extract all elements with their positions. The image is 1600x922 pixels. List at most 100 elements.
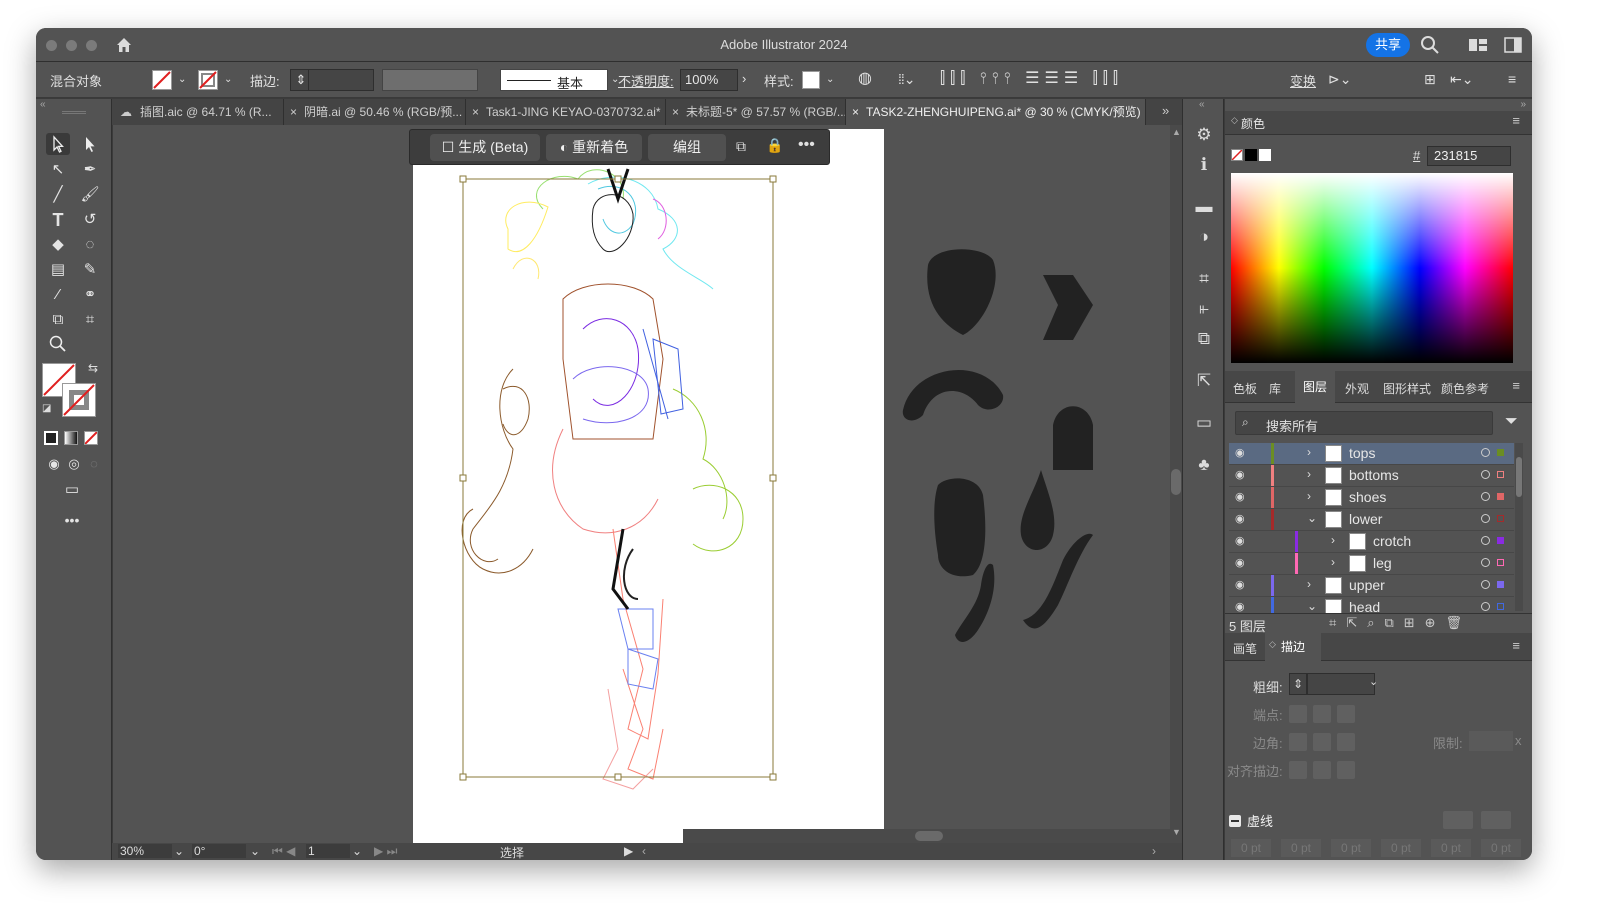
group-selection-tool-icon[interactable]: ↖ [46,159,70,181]
comments-icon[interactable]: ▭ [1192,411,1216,435]
rotation-field[interactable]: 0° [192,844,246,858]
pasteboard-shapes[interactable] [893,235,1123,665]
dash-align-button[interactable] [1481,811,1511,829]
horizontal-scroll-thumb[interactable] [915,831,943,841]
pathfinder-icon[interactable]: ⧉ [1192,327,1216,351]
visibility-eye-icon[interactable]: ◉ [1235,468,1245,481]
transform-panel-icon[interactable]: ⌗ [1192,267,1216,291]
layer-name[interactable]: leg [1373,555,1392,571]
vertical-scroll-thumb[interactable] [1171,469,1181,495]
shape-builder-tool-icon[interactable]: ⧉ [46,309,70,331]
align-outside-button[interactable] [1337,761,1355,779]
dash-gap-value[interactable]: 0 pt [1281,839,1321,857]
layer-row-head[interactable]: ◉ ⌄ head [1229,597,1514,613]
gradient-panel-icon[interactable]: ▬ [1192,195,1216,219]
gradient-tool-icon[interactable]: ▤ [46,259,70,281]
round-cap-button[interactable] [1313,705,1331,723]
layers-footer-actions-icons[interactable]: ⌗⇱⌕⧉⊞⊕🗑 [1329,615,1472,631]
generate-beta-button[interactable]: ☐ 生成 (Beta) [430,134,540,161]
layer-row-shoes[interactable]: ◉ › shoes [1229,487,1514,509]
dash-gap-field-5[interactable]: 0 pt 虚线 [1431,839,1471,860]
close-tab-icon[interactable]: × [672,99,679,125]
more-tabs-icon[interactable]: » [1162,103,1169,118]
layer-name[interactable]: lower [1349,511,1382,527]
selection-color-square[interactable] [1497,559,1504,566]
target-circle-icon[interactable] [1481,558,1490,567]
selection-color-square[interactable] [1497,603,1504,610]
duplicate-icon[interactable]: ⧉ [736,138,746,155]
group-button[interactable]: 编组 [648,134,726,161]
selection-color-square[interactable] [1497,471,1504,478]
dash-gap-value[interactable]: 0 pt [1431,839,1471,857]
layer-name[interactable]: bottoms [1349,467,1399,483]
isolate-group-icon[interactable]: ⊳⌄ [1328,71,1351,88]
color-mode-icon[interactable] [44,431,58,445]
tab-appearance[interactable]: 外观 [1345,380,1369,397]
miter-limit-field[interactable] [1469,731,1513,751]
panel-options-arrow-icon[interactable]: ◇ [1231,115,1238,126]
dash-gap-value[interactable]: 0 pt [1331,839,1371,857]
none-mode-icon[interactable] [84,431,98,445]
color-panel-title[interactable]: 颜色 [1241,115,1265,132]
variable-width-profile[interactable] [382,69,478,91]
tab-document-1[interactable]: ☁ 插图.aic @ 64.71 % (R... [112,99,284,125]
tab-color-guide[interactable]: 颜色参考 [1441,380,1489,397]
artboard-number-field[interactable]: 1 [306,844,350,858]
tab-libraries[interactable]: 库 [1269,380,1281,397]
layer-row-crotch[interactable]: ◉ › crotch [1229,531,1514,553]
selection-color-square[interactable] [1497,515,1504,522]
selection-color-square[interactable] [1497,537,1504,544]
tab-document-3[interactable]: × Task1-JING KEYAO-0370732.ai* [466,99,666,125]
zoom-tool-icon[interactable] [46,334,70,356]
tab-document-5[interactable]: × TASK2-ZHENGHUIPENG.ai* @ 30 % (CMYK/预览… [846,99,1146,125]
edit-toolbar-icon[interactable]: ••• [60,509,84,531]
selection-color-square[interactable] [1497,449,1504,456]
layer-name[interactable]: shoes [1349,489,1386,505]
align-center-button[interactable] [1289,761,1307,779]
layers-search-box[interactable]: ⌕ 搜索所有 [1235,411,1493,435]
blend-tool-icon[interactable]: ⚭ [78,284,102,306]
layer-name[interactable]: crotch [1373,533,1411,549]
dash-gap-field-6[interactable]: 0 pt 间隙 [1481,839,1521,860]
layer-row-leg[interactable]: ◉ › leg [1229,553,1514,575]
scroll-left-icon[interactable]: ‹ [642,844,646,858]
align-inside-button[interactable] [1313,761,1331,779]
visibility-eye-icon[interactable]: ◉ [1235,490,1245,503]
miter-join-button[interactable] [1289,733,1307,751]
recolor-button[interactable]: ◐ 重新着色 [546,134,642,161]
visibility-eye-icon[interactable]: ◉ [1235,578,1245,591]
transform-link[interactable]: 变换 [1290,71,1316,90]
stroke-swatch[interactable] [198,70,218,90]
target-circle-icon[interactable] [1481,470,1490,479]
lock-icon[interactable]: 🔒 [766,137,783,154]
chevron-right-icon[interactable]: › [1307,577,1311,591]
artboard-tool-icon[interactable]: ⌗ [78,309,102,331]
symbols-icon[interactable]: ♣ [1192,453,1216,477]
layer-row-tops[interactable]: ◉ › tops [1229,443,1514,465]
hex-value-field[interactable]: 231815 [1427,146,1511,166]
properties-icon[interactable]: ⚙ [1192,123,1216,147]
black-color-chip[interactable] [1245,149,1257,161]
visibility-eye-icon[interactable]: ◉ [1235,534,1245,547]
bevel-join-button[interactable] [1337,733,1355,751]
target-circle-icon[interactable] [1481,580,1490,589]
recolor-artwork-icon[interactable]: ◍ [858,68,872,88]
visibility-eye-icon[interactable]: ◉ [1235,446,1245,459]
status-menu-icon[interactable]: ▶ [624,844,633,858]
collapse-tools-icon[interactable]: « [40,99,46,110]
weight-stepper[interactable]: ⇕ [1289,673,1307,695]
line-tool-icon[interactable]: ╱ [46,184,70,206]
opacity-arrow-icon[interactable]: › [742,71,746,86]
paintbrush-tool-icon[interactable]: 🖌 [78,184,102,206]
color-panel-menu-icon[interactable]: ≡ [1512,113,1520,128]
tab-document-2[interactable]: × 阴暗.ai @ 50.46 % (RGB/预... [284,99,466,125]
none-color-chip[interactable] [1231,149,1243,161]
dash-gap-value[interactable]: 0 pt [1481,839,1521,857]
chevron-right-icon[interactable]: › [1331,533,1335,547]
close-tab-icon[interactable]: × [472,99,479,125]
stroke-dropdown-icon[interactable]: ⌄ [224,74,232,85]
fill-stroke-widget[interactable]: ⇆ ◪ [42,361,102,421]
layer-row-upper[interactable]: ◉ › upper [1229,575,1514,597]
zoom-dropdown-icon[interactable]: ⌄ [174,844,184,858]
tab-document-4[interactable]: × 未标题-5* @ 57.57 % (RGB/... [666,99,846,125]
